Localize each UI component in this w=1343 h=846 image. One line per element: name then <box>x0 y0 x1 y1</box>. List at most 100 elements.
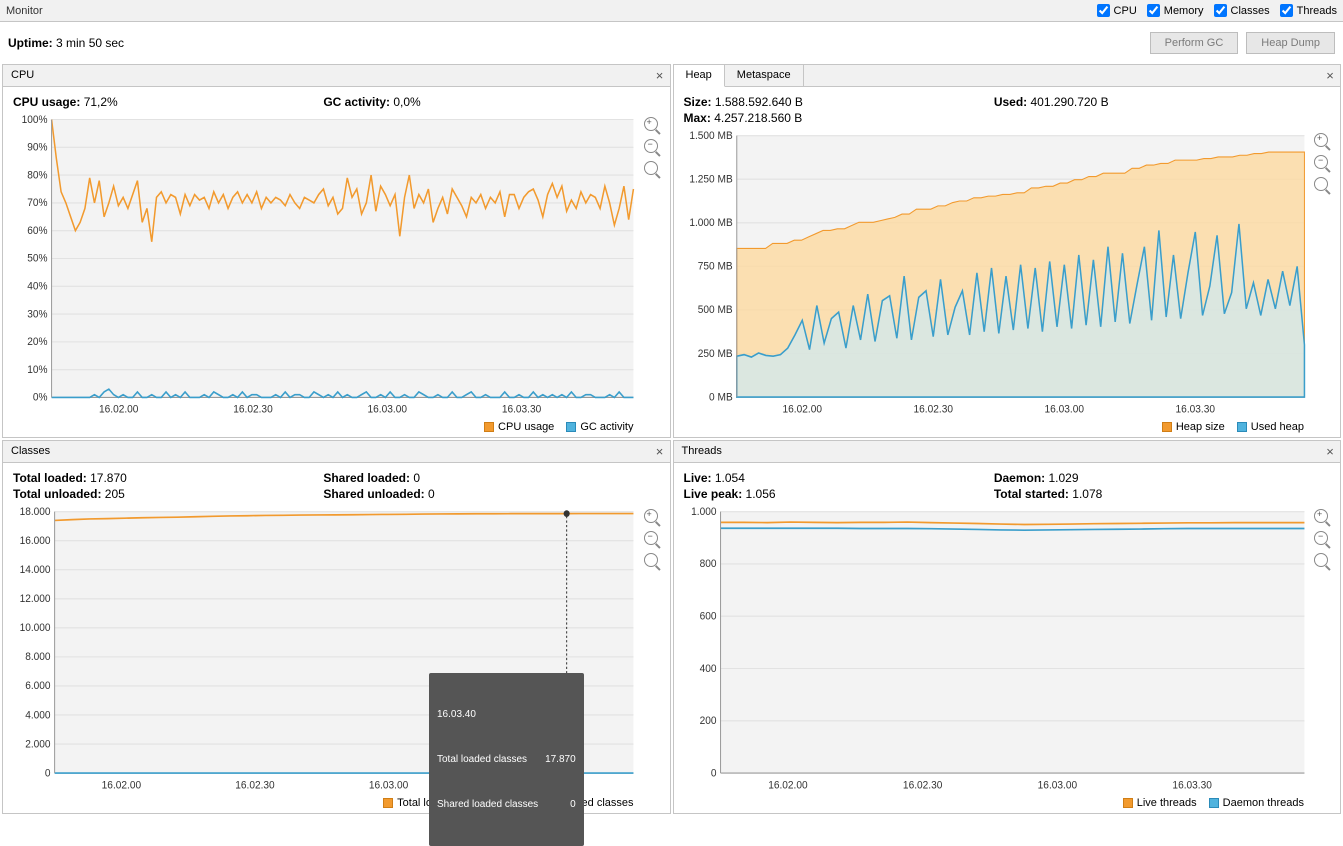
panel-threads-title: Threads <box>674 441 1321 462</box>
heap-tabs: Heap Metaspace <box>674 65 804 86</box>
toolbar-row: Uptime: 3 min 50 sec Perform GC Heap Dum… <box>0 22 1343 64</box>
cpu-legend: CPU usage GC activity <box>9 417 664 435</box>
svg-text:16.03.00: 16.03.00 <box>369 779 409 792</box>
panel-classes-close-icon[interactable]: × <box>650 441 670 462</box>
zoom-in-icon[interactable] <box>1314 509 1328 523</box>
toggle-threads-checkbox[interactable] <box>1280 4 1293 17</box>
svg-text:400: 400 <box>699 662 716 675</box>
threads-chart-wrap: 02004006008001.00016.02.0016.02.3016.03.… <box>680 505 1335 793</box>
toggle-classes[interactable]: Classes <box>1214 4 1270 17</box>
svg-text:18.000: 18.000 <box>20 506 51 519</box>
zoom-out-icon[interactable] <box>1314 155 1328 169</box>
heap-chart-holder: 0 MB250 MB500 MB750 MB1.000 MB1.250 MB1.… <box>680 129 1309 417</box>
svg-text:70%: 70% <box>27 197 47 209</box>
tab-heap[interactable]: Heap <box>674 65 725 87</box>
zoom-reset-icon[interactable] <box>644 553 658 567</box>
toggle-threads[interactable]: Threads <box>1280 4 1337 17</box>
heap-chart[interactable]: 0 MB250 MB500 MB750 MB1.000 MB1.250 MB1.… <box>680 129 1309 417</box>
panel-cpu-title: CPU <box>3 65 650 86</box>
zoom-in-icon[interactable] <box>1314 133 1328 147</box>
svg-text:60%: 60% <box>27 225 47 237</box>
total-unloaded-value: 205 <box>105 487 125 501</box>
toggle-cpu[interactable]: CPU <box>1097 4 1137 17</box>
heap-legend-size-label: Heap size <box>1176 421 1225 433</box>
svg-text:16.03.00: 16.03.00 <box>1044 403 1084 416</box>
svg-text:50%: 50% <box>27 252 47 264</box>
zoom-out-icon[interactable] <box>1314 531 1328 545</box>
zoom-reset-icon[interactable] <box>644 161 658 175</box>
cpu-chart[interactable]: 0%10%20%30%40%50%60%70%80%90%100%16.02.0… <box>9 113 638 417</box>
panel-heap-body: Size: 1.588.592.640 B Max: 4.257.218.560… <box>674 87 1341 437</box>
shared-unloaded-value: 0 <box>428 487 435 501</box>
zoom-in-icon[interactable] <box>644 509 658 523</box>
zoom-out-icon[interactable] <box>644 531 658 545</box>
heap-chart-wrap: 0 MB250 MB500 MB750 MB1.000 MB1.250 MB1.… <box>680 129 1335 417</box>
svg-text:1.000: 1.000 <box>691 506 716 519</box>
classes-tooltip: 16.03.40 Total loaded classes17.870 Shar… <box>429 673 584 846</box>
threads-chart[interactable]: 02004006008001.00016.02.0016.02.3016.03.… <box>680 505 1309 793</box>
panel-cpu-close-icon[interactable]: × <box>650 65 670 86</box>
heap-zoom-controls <box>1308 129 1334 417</box>
total-loaded-label: Total loaded: <box>13 471 87 485</box>
zoom-in-icon[interactable] <box>644 117 658 131</box>
toggle-memory-checkbox[interactable] <box>1147 4 1160 17</box>
heap-used-value: 401.290.720 B <box>1031 95 1109 109</box>
svg-text:16.02.30: 16.02.30 <box>902 779 942 792</box>
heap-dump-button[interactable]: Heap Dump <box>1246 32 1335 54</box>
gc-activity-value: 0,0% <box>393 95 420 109</box>
threads-legend-daemon-label: Daemon threads <box>1223 797 1304 809</box>
cpu-legend-label-gc: GC activity <box>580 421 633 433</box>
svg-text:16.02.00: 16.02.00 <box>99 403 139 415</box>
svg-text:16.03.00: 16.03.00 <box>368 403 408 415</box>
panel-heap-close-icon[interactable]: × <box>1320 65 1340 86</box>
svg-text:600: 600 <box>699 610 716 623</box>
heap-legend: Heap size Used heap <box>680 417 1335 435</box>
svg-text:16.02.30: 16.02.30 <box>235 779 275 792</box>
shared-loaded-value: 0 <box>413 471 420 485</box>
svg-text:16.03.30: 16.03.30 <box>1175 403 1215 416</box>
cpu-legend-item-usage: CPU usage <box>484 421 554 433</box>
perform-gc-button[interactable]: Perform GC <box>1150 32 1239 54</box>
zoom-reset-icon[interactable] <box>1314 177 1328 191</box>
tooltip-row-label: Shared loaded classes <box>437 797 538 812</box>
shared-unloaded-label: Shared unloaded: <box>323 487 424 501</box>
swatch-orange-icon <box>484 422 494 432</box>
zoom-reset-icon[interactable] <box>1314 553 1328 567</box>
svg-text:40%: 40% <box>27 280 47 292</box>
threads-legend-live-label: Live threads <box>1137 797 1197 809</box>
toggle-cpu-checkbox[interactable] <box>1097 4 1110 17</box>
toggle-classes-label: Classes <box>1231 5 1270 17</box>
gc-activity-label: GC activity: <box>323 95 390 109</box>
svg-text:750 MB: 750 MB <box>697 260 732 273</box>
svg-text:12.000: 12.000 <box>20 593 51 606</box>
panel-threads-header: Threads × <box>674 441 1341 463</box>
cpu-chart-holder: 0%10%20%30%40%50%60%70%80%90%100%16.02.0… <box>9 113 638 417</box>
zoom-out-icon[interactable] <box>644 139 658 153</box>
classes-zoom-controls <box>638 505 664 793</box>
svg-text:10.000: 10.000 <box>20 622 51 635</box>
svg-text:1.000 MB: 1.000 MB <box>689 217 732 230</box>
svg-text:1.500 MB: 1.500 MB <box>689 130 732 143</box>
tooltip-row-value: 0 <box>570 797 576 812</box>
svg-text:16.03.30: 16.03.30 <box>502 403 542 415</box>
toggle-classes-checkbox[interactable] <box>1214 4 1227 17</box>
toggle-threads-label: Threads <box>1297 5 1337 17</box>
monitor-title: Monitor <box>6 5 43 17</box>
panel-threads-close-icon[interactable]: × <box>1320 441 1340 462</box>
threads-live-peak-label: Live peak: <box>684 487 743 501</box>
shared-loaded-label: Shared loaded: <box>323 471 410 485</box>
svg-text:16.02.00: 16.02.00 <box>768 779 808 792</box>
svg-text:8.000: 8.000 <box>25 651 50 664</box>
svg-text:16.02.00: 16.02.00 <box>102 779 142 792</box>
threads-live-label: Live: <box>684 471 712 485</box>
threads-legend: Live threads Daemon threads <box>680 793 1335 811</box>
tab-metaspace[interactable]: Metaspace <box>725 65 804 86</box>
panel-cpu-header: CPU × <box>3 65 670 87</box>
swatch-orange-icon <box>1123 798 1133 808</box>
toggle-cpu-label: CPU <box>1114 5 1137 17</box>
svg-text:16.02.00: 16.02.00 <box>782 403 822 416</box>
panel-cpu: CPU × CPU usage: 71,2% GC activity: 0,0%… <box>2 64 671 438</box>
panel-classes-header: Classes × <box>3 441 670 463</box>
toggle-memory[interactable]: Memory <box>1147 4 1204 17</box>
panel-classes: Classes × Total loaded: 17.870 Total unl… <box>2 440 671 814</box>
